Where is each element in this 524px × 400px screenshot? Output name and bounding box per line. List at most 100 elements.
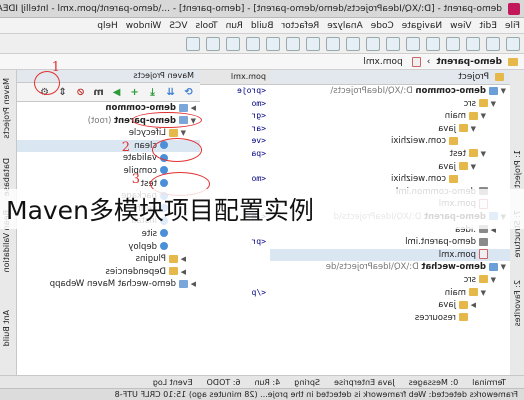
maven-goal-icon[interactable]: m <box>93 87 104 98</box>
menu-item-analyze[interactable]: Analyze <box>327 21 362 31</box>
menu-item-navigate[interactable]: Navigate <box>402 21 442 31</box>
undo-icon[interactable] <box>446 36 460 51</box>
chevron-down-icon[interactable]: ▼ <box>498 261 506 274</box>
cut-icon[interactable] <box>406 36 420 51</box>
open-folder-icon[interactable] <box>506 36 520 51</box>
menu-item-file[interactable]: File <box>505 21 520 31</box>
project-tree-row[interactable]: ▼ demo-common D:\XQ\IdeaProjects\ <box>270 85 510 98</box>
code-line[interactable]: <ve <box>200 135 270 148</box>
code-line[interactable] <box>200 261 270 274</box>
chevron-down-icon[interactable]: ▼ <box>468 161 476 174</box>
menu-item-tools[interactable]: Tools <box>195 21 217 31</box>
code-line[interactable] <box>200 349 270 362</box>
code-line[interactable] <box>200 249 270 262</box>
menu-item-refactor[interactable]: Refactor <box>281 21 319 31</box>
chevron-down-icon[interactable]: ▼ <box>498 85 506 98</box>
maven-projects-tool-tab[interactable]: Maven Projects <box>2 78 11 139</box>
forward-icon[interactable] <box>286 36 300 51</box>
project-tree-row[interactable]: ▼ java <box>270 123 510 136</box>
code-line[interactable]: <gr <box>200 110 270 123</box>
menu-item-edit[interactable]: Edit <box>480 21 497 31</box>
project-tree-row[interactable]: pom.xml <box>270 248 510 262</box>
chevron-down-icon[interactable]: ▼ <box>468 123 476 136</box>
menu-item-vcs[interactable]: VCS <box>169 21 187 31</box>
run-icon[interactable] <box>246 36 260 51</box>
code-line[interactable] <box>200 324 270 337</box>
add-icon[interactable]: + <box>129 87 140 98</box>
bottom-tool-tab[interactable]: Java Enterprise <box>334 376 395 388</box>
menu-item-help[interactable]: Help <box>97 21 118 31</box>
chevron-right-icon[interactable]: ▶ <box>178 253 186 266</box>
project-tree-row[interactable]: resources <box>270 312 510 325</box>
bottom-tool-tab[interactable]: Terminal <box>472 376 506 388</box>
chevron-down-icon[interactable]: ▼ <box>478 287 486 300</box>
code-line[interactable] <box>200 362 270 375</box>
project-tree-row[interactable]: com.weizhixi <box>270 135 510 148</box>
code-line[interactable]: <pr <box>200 236 270 249</box>
save-icon[interactable] <box>486 36 500 51</box>
maven-tree-row[interactable]: ▶ Dependencies <box>16 266 200 279</box>
code-area[interactable]: <proje<mo<gr<ar<ve<pa<mo</m<pr</p <box>200 85 270 375</box>
project-tree-row[interactable]: ▼ test <box>270 148 510 161</box>
settings-icon[interactable] <box>206 36 220 51</box>
code-line[interactable] <box>200 274 270 287</box>
sync-icon[interactable] <box>466 36 480 51</box>
favorites-tool-tab[interactable]: 2: Favorites <box>513 280 522 326</box>
project-tree-row[interactable]: ▼ src <box>270 98 510 111</box>
code-line[interactable]: <pa <box>200 148 270 161</box>
bottom-tool-tab[interactable]: Event Log <box>153 376 193 388</box>
project-tree-row[interactable]: ▼ src <box>270 274 510 287</box>
bottom-tool-tab[interactable]: Spring <box>294 376 320 388</box>
chevron-down-icon[interactable]: ▼ <box>478 148 486 161</box>
back-icon[interactable] <box>306 36 320 51</box>
chevron-right-icon[interactable]: ▶ <box>188 278 196 291</box>
code-line[interactable] <box>200 299 270 312</box>
maven-tree-row[interactable]: ▶ Plugins <box>16 253 200 266</box>
chevron-down-icon[interactable]: ▼ <box>488 274 496 287</box>
code-line[interactable] <box>200 337 270 350</box>
find-icon[interactable] <box>346 36 360 51</box>
project-tree-row[interactable]: ▼ demo-wechat D:\XQ\IdeaProjects\de <box>270 261 510 274</box>
code-line[interactable]: <mo <box>200 173 270 186</box>
maven-tree-row[interactable]: ▶ demo-wechat Maven Webapp <box>16 278 200 291</box>
editor-tab[interactable]: pom.xml <box>200 70 270 85</box>
bottom-tool-tab[interactable]: 6: TODO <box>207 376 241 388</box>
build-icon[interactable] <box>266 36 280 51</box>
replace-icon[interactable] <box>326 36 340 51</box>
chevron-right-icon[interactable]: ▶ <box>178 266 186 279</box>
redo-icon[interactable] <box>426 36 440 51</box>
chevron-right-icon[interactable]: ▶ <box>188 102 196 115</box>
menu-item-code[interactable]: Code <box>371 21 394 31</box>
help-icon[interactable] <box>186 36 200 51</box>
chevron-down-icon[interactable]: ▼ <box>488 98 496 111</box>
copy-icon[interactable] <box>386 36 400 51</box>
bottom-tool-tab[interactable]: 4: Run <box>255 376 281 388</box>
ant-build-tool-tab[interactable]: Ant Build <box>2 310 11 346</box>
generate-sources-icon[interactable]: ⇊ <box>165 87 176 98</box>
paste-icon[interactable] <box>366 36 380 51</box>
menu-item-view[interactable]: View <box>450 21 471 31</box>
code-line[interactable]: <ar <box>200 123 270 136</box>
code-line[interactable] <box>200 312 270 325</box>
breadcrumb-project[interactable]: demo-parent <box>436 57 502 67</box>
maven-tree-row[interactable]: site <box>16 228 200 241</box>
debug-icon[interactable] <box>226 36 240 51</box>
code-line[interactable]: </p <box>200 287 270 300</box>
project-tree-row[interactable]: ▼ main <box>270 110 510 123</box>
project-tool-tab[interactable]: 1: Project <box>513 150 522 188</box>
project-tree-row[interactable]: com.weizhixi <box>270 173 510 186</box>
menu-item-window[interactable]: Window <box>126 21 162 31</box>
code-line[interactable]: <mo <box>200 98 270 111</box>
chevron-right-icon[interactable]: ▶ <box>468 299 476 312</box>
chevron-down-icon[interactable]: ▼ <box>478 110 486 123</box>
skip-tests-icon[interactable]: ⊘ <box>75 87 86 98</box>
code-line[interactable]: <proje <box>200 85 270 98</box>
breadcrumb-file[interactable]: pom.xml <box>363 57 402 67</box>
menu-item-build[interactable]: Build <box>251 21 274 31</box>
maven-tree-row[interactable]: deploy <box>16 241 200 254</box>
project-tree-row[interactable]: ▼ main <box>270 287 510 300</box>
code-line[interactable] <box>200 161 270 174</box>
reimport-icon[interactable]: ⟳ <box>183 87 194 98</box>
menu-item-run[interactable]: Run <box>226 21 243 31</box>
project-tree-row[interactable]: ▶ java <box>270 299 510 312</box>
